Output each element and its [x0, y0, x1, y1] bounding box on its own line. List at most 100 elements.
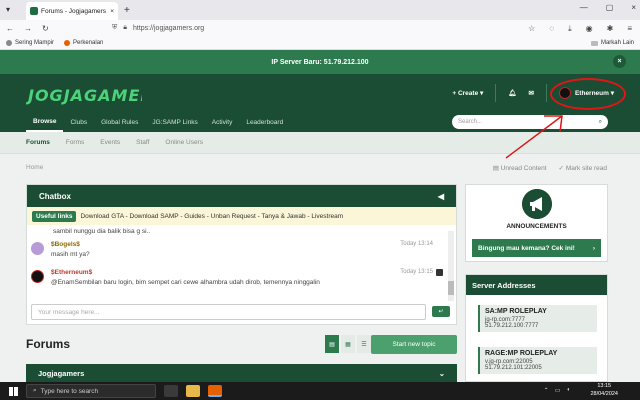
chat-username[interactable]: $Etherneum$	[51, 269, 92, 276]
edit-icon[interactable]	[436, 269, 443, 276]
other-bookmarks-label: Markah Lain	[600, 40, 634, 46]
tab-title: Forums - Jogjagamers Commu	[41, 7, 107, 15]
back-icon[interactable]: ←	[6, 24, 14, 33]
chat-messages: sambil nunggu dia balik bisa g si.. $Bog…	[27, 225, 447, 301]
chevron-right-icon: ›	[592, 244, 595, 252]
notice-close-button[interactable]: ×	[613, 55, 626, 68]
nav-browse[interactable]: Browse	[26, 112, 64, 132]
task-view-icon[interactable]	[164, 385, 178, 397]
chat-input-placeholder: Your message here...	[38, 308, 100, 316]
subnav-staff[interactable]: Staff	[136, 139, 149, 146]
star-icon[interactable]: ☆	[528, 24, 535, 34]
maximize-button[interactable]: ▢	[606, 3, 614, 12]
chat-username[interactable]: $Bogels$	[51, 241, 80, 248]
new-tab-button[interactable]: +	[124, 2, 130, 20]
avatar[interactable]	[31, 270, 44, 283]
site-header: JOGJAGAMERS + Create ▾ 🔔︎ ✉ Etherneum ▾	[0, 74, 640, 112]
send-button[interactable]: ↵	[432, 306, 450, 317]
nav-jgsamp-links[interactable]: JG:SAMP Links	[145, 112, 204, 132]
subnav-online-users[interactable]: Online Users	[165, 139, 203, 146]
nav-clubs[interactable]: Clubs	[63, 112, 94, 132]
system-tray: ⌃ ▭ ◖	[544, 387, 570, 394]
start-topic-button[interactable]: Start new topic	[371, 335, 457, 354]
useful-links-text[interactable]: Download GTA - Download SAMP - Guides - …	[80, 213, 343, 220]
chat-message: $Etherneum$ @EnamSembilan baru login, bi…	[31, 267, 445, 291]
reload-icon[interactable]: ↻	[42, 24, 49, 33]
file-explorer-icon[interactable]	[186, 385, 200, 397]
nav-global-rules[interactable]: Global Rules	[94, 112, 145, 132]
chat-message-text: masih mt ya?	[51, 251, 90, 258]
server-notice-bar: IP Server Baru: 51.79.212.100 ×	[0, 50, 640, 74]
other-bookmarks[interactable]: Markah Lain	[590, 40, 634, 46]
collapse-icon[interactable]: ◀	[438, 192, 444, 201]
chat-message-text: @EnamSembilan baru login, bim sempet car…	[51, 279, 320, 286]
volume-icon[interactable]: ◖	[566, 387, 570, 394]
search-icon[interactable]: ⌕	[599, 119, 602, 126]
tab-list-icon[interactable]: ▾	[6, 5, 10, 14]
clock[interactable]: 13:15 28/04/2024	[590, 383, 618, 398]
annotation-circle	[550, 78, 626, 110]
category-header[interactable]: Jogjagamers ⌄	[26, 364, 457, 382]
network-icon[interactable]: ▭	[555, 387, 561, 394]
site-logo[interactable]: JOGJAGAMERS	[26, 82, 142, 106]
announcement-button[interactable]: Bingung mau kemana? Cek ini! ›	[472, 239, 601, 257]
server-addresses-title: Server Addresses	[466, 275, 607, 295]
window-controls: — ▢ ×	[580, 3, 636, 12]
shield-icon: ⛨	[112, 24, 118, 31]
chat-timestamp: Today 13:14	[400, 241, 433, 247]
breadcrumb-actions: ▤ Unread Content ✓ Mark site read	[493, 164, 607, 172]
browser-toolbar-right: ☆ ◌ ⤓ ◉ ✱ ≡	[528, 24, 632, 34]
mail-icon[interactable]: ✉	[529, 89, 534, 97]
server-address[interactable]: 51.79.212.100:7777	[485, 323, 592, 329]
lock-icon: 🔒︎	[123, 24, 127, 31]
subnav-forms[interactable]: Forms	[66, 139, 84, 146]
list-view-icon[interactable]: ▤	[325, 335, 339, 353]
bookmark-perkenalan[interactable]: Perkenalan	[64, 40, 103, 46]
chat-scrollbar[interactable]	[448, 231, 454, 301]
create-button[interactable]: + Create ▾	[452, 89, 483, 97]
browser-tab[interactable]: Forums - Jogjagamers Commu ×	[26, 2, 118, 20]
nav-activity[interactable]: Activity	[205, 112, 240, 132]
firefox-icon[interactable]	[208, 385, 222, 397]
mark-read-link[interactable]: ✓ Mark site read	[559, 164, 607, 172]
server-address[interactable]: 51.79.212.101:22005	[485, 365, 592, 371]
subnav-forums[interactable]: Forums	[26, 139, 50, 146]
avatar[interactable]	[31, 242, 44, 255]
chat-message-input[interactable]: Your message here...	[31, 304, 426, 320]
close-window-button[interactable]: ×	[631, 3, 636, 12]
chevron-up-icon[interactable]: ⌃	[544, 387, 549, 394]
subnav-events[interactable]: Events	[100, 139, 120, 146]
fluid-view-icon[interactable]: ☰	[357, 335, 371, 353]
account-icon[interactable]: ◉	[586, 24, 593, 34]
chatbox: Chatbox ◀ Useful links Download GTA - Do…	[26, 184, 457, 325]
chevron-down-icon[interactable]: ⌄	[439, 369, 445, 378]
forward-icon[interactable]: →	[24, 24, 32, 33]
chat-message-text: sambil nunggu dia balik bisa g si..	[53, 228, 151, 235]
clock-time: 13:15	[597, 383, 612, 389]
grid-view-icon[interactable]: ▦	[341, 335, 355, 353]
extensions-icon[interactable]: ✱	[607, 24, 614, 34]
menu-icon[interactable]: ≡	[627, 24, 632, 34]
unread-content-link[interactable]: ▤ Unread Content	[493, 164, 547, 172]
downloads-icon[interactable]: ⤓	[568, 24, 572, 34]
url-text[interactable]: https://jogjagamers.org	[133, 25, 204, 32]
bell-icon[interactable]: 🔔︎	[508, 89, 516, 97]
nav-leaderboard[interactable]: Leaderboard	[239, 112, 290, 132]
announcement-button-label: Bingung mau kemana? Cek ini!	[478, 244, 575, 252]
announcements-label: ANNOUNCEMENTS	[506, 223, 567, 230]
breadcrumb[interactable]: Home	[26, 164, 43, 171]
category-title: Jogjagamers	[38, 368, 85, 378]
tab-close-icon[interactable]: ×	[110, 8, 114, 15]
taskbar-search[interactable]: ⌕ Type here to search	[26, 384, 156, 398]
scroll-thumb[interactable]	[448, 281, 454, 295]
megaphone-icon	[522, 189, 552, 219]
pocket-icon[interactable]: ◌	[549, 24, 554, 34]
address-bar[interactable]: ⛨ 🔒︎ https://jogjagamers.org	[112, 21, 542, 35]
chatbox-header: Chatbox ◀	[27, 185, 456, 207]
server-card: RAGE:MP ROLEPLAY v.jg-rp.com:22005 51.79…	[478, 347, 597, 374]
annotation-arrow	[505, 115, 563, 159]
windows-start-icon[interactable]	[4, 382, 22, 400]
minimize-button[interactable]: —	[580, 3, 588, 12]
notice-text: IP Server Baru: 51.79.212.100	[271, 58, 369, 66]
bookmark-sering-mampir[interactable]: Sering Mampir	[6, 40, 54, 46]
